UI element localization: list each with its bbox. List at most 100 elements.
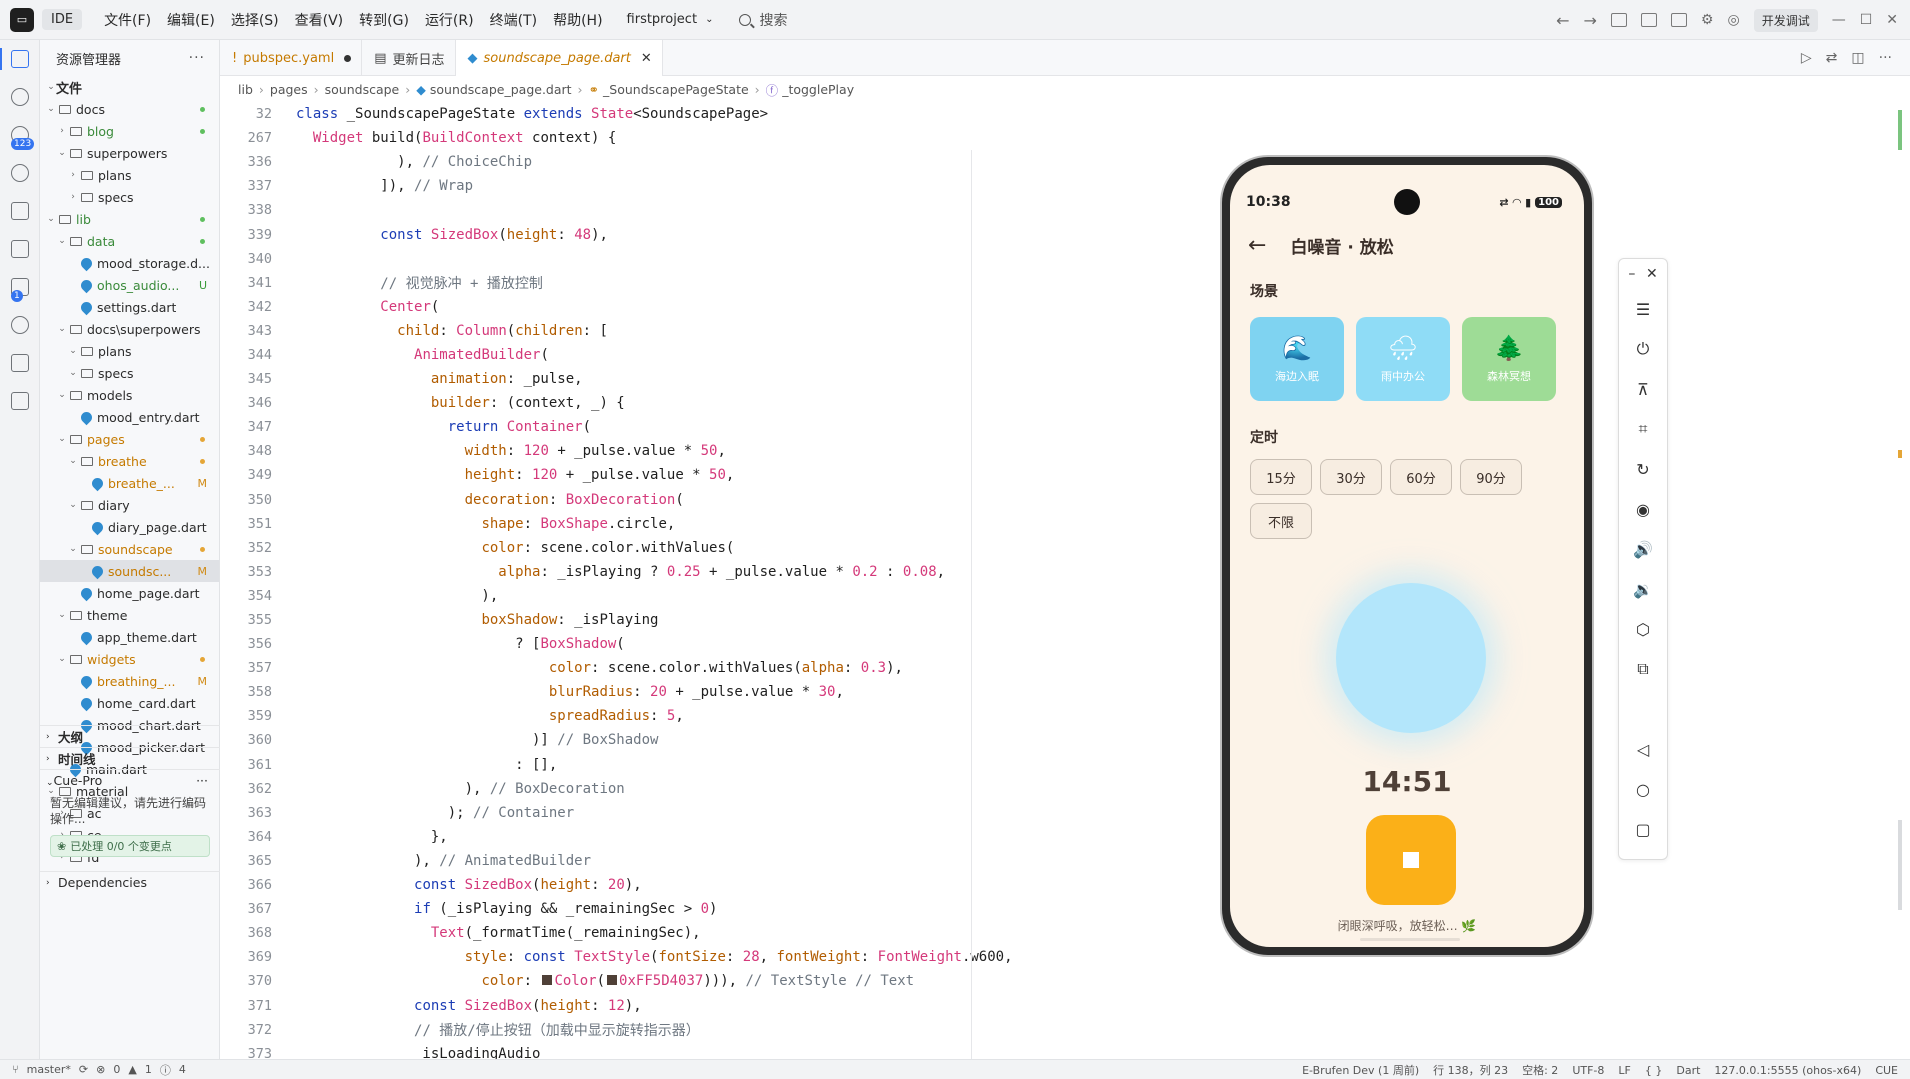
toggle-sidebar-icon[interactable] [1610, 13, 1627, 27]
debug-activity[interactable] [0, 192, 40, 230]
menu-icon[interactable]: ☰ [1619, 289, 1667, 329]
branch-name[interactable]: master* [27, 1063, 71, 1076]
breadcrumb-soundscape[interactable]: soundscape [325, 82, 400, 97]
device-label[interactable]: E-Brufen Dev (1 周前) [1302, 1062, 1419, 1078]
tree-folder[interactable]: ⌄ superpowers [40, 142, 219, 164]
tree-folder[interactable]: ⌄ docs [40, 98, 219, 120]
project-selector[interactable]: firstproject ⌄ [619, 8, 722, 31]
minimize-icon[interactable]: – [1628, 266, 1635, 282]
pin-off-icon[interactable]: ⊼ [1619, 369, 1667, 409]
code-line[interactable]: 367 if (_isPlaying && _remainingSec > 0) [220, 897, 1910, 921]
run-icon[interactable]: ▷ [1801, 50, 1812, 66]
tree-file[interactable]: mood_entry.dart [40, 406, 219, 428]
settings-gear-icon[interactable]: ⚙ [1701, 12, 1714, 28]
tab-pubspec[interactable]: ! pubspec.yaml [220, 40, 363, 76]
ide-label[interactable]: IDE [42, 9, 83, 30]
more-icon[interactable]: ··· [189, 50, 205, 66]
tree-folder[interactable]: ⌄ theme [40, 604, 219, 626]
code-line[interactable]: 336 ), // ChoiceChip [220, 150, 1910, 174]
device-address[interactable]: 127.0.0.1:5555 (ohos-x64) [1714, 1064, 1861, 1077]
screenshot-icon[interactable]: ⧉ [1619, 649, 1667, 689]
tree-folder[interactable]: ⌄ pages [40, 428, 219, 450]
cursor-position[interactable]: 行 138，列 23 [1433, 1062, 1508, 1078]
tree-folder[interactable]: › specs [40, 186, 219, 208]
shake-icon[interactable]: ⬡ [1619, 609, 1667, 649]
back-arrow-icon[interactable]: ← [1248, 233, 1266, 258]
tree-folder[interactable]: ⌄ widgets [40, 648, 219, 670]
info-count[interactable]: 4 [179, 1063, 186, 1076]
more-icon[interactable]: ··· [196, 773, 208, 788]
tree-folder[interactable]: ⌄ lib [40, 208, 219, 230]
scene-card-forest[interactable]: 🌲 森林冥想 [1462, 317, 1556, 401]
breadcrumb-file[interactable]: soundscape_page.dart [430, 82, 572, 97]
menu-file[interactable]: 文件(F) [96, 6, 159, 34]
root-section[interactable]: ⌄ 文件 [40, 76, 219, 98]
line-ending[interactable]: LF [1618, 1064, 1630, 1077]
menu-goto[interactable]: 转到(G) [351, 6, 417, 34]
tree-folder[interactable]: ⌄ soundscape [40, 538, 219, 560]
code-line[interactable]: 366 const SizedBox(height: 20), [220, 873, 1910, 897]
tree-file[interactable]: breathing_... M [40, 670, 219, 692]
split-editor-icon[interactable]: ◫ [1851, 50, 1864, 66]
tools-activity[interactable] [0, 344, 40, 382]
cue-pro-section[interactable]: ⌄Cue-Pro ··· [40, 769, 220, 791]
scene-card-seaside[interactable]: 🌊 海边入眠 [1250, 317, 1344, 401]
editor-scrollbar-thumb[interactable] [1898, 820, 1902, 910]
menu-help[interactable]: 帮助(H) [545, 6, 610, 34]
close-tab-icon[interactable]: ✕ [641, 51, 652, 66]
code-line[interactable]: 267 Widget build(BuildContext context) { [220, 126, 1910, 151]
rotate-icon[interactable]: ↻ [1619, 449, 1667, 489]
scene-card-rain[interactable]: 🌧 雨中办公 [1356, 317, 1450, 401]
tree-folder[interactable]: › blog [40, 120, 219, 142]
tree-folder[interactable]: ⌄ specs [40, 362, 219, 384]
close-window-icon[interactable]: ✕ [1886, 12, 1898, 28]
tree-file[interactable]: home_card.dart [40, 692, 219, 714]
code-line[interactable]: 32 class _SoundscapePageState extends Sta… [220, 102, 1910, 127]
recents-square-icon[interactable]: ▢ [1619, 809, 1667, 849]
breadcrumb-class[interactable]: _SoundscapePageState [603, 82, 749, 97]
volume-down-icon[interactable]: 🔉 [1619, 569, 1667, 609]
debug-status-pill[interactable]: 开发调试 [1753, 8, 1818, 32]
close-icon[interactable]: ✕ [1646, 266, 1658, 282]
unsaved-dot-icon[interactable] [344, 54, 352, 62]
breadcrumb-method[interactable]: _togglePlay [782, 82, 854, 97]
tree-folder[interactable]: ⌄ diary [40, 494, 219, 516]
test-activity[interactable] [0, 306, 40, 344]
tree-folder[interactable]: ⌄ plans [40, 340, 219, 362]
breadcrumb-pages[interactable]: pages [270, 82, 308, 97]
power-icon[interactable]: ⏻ [1619, 329, 1667, 369]
timeline-section[interactable]: › 时间线 [40, 747, 220, 769]
back-triangle-icon[interactable]: ◁ [1619, 729, 1667, 769]
tree-file[interactable]: app_theme.dart [40, 626, 219, 648]
preview-activity[interactable] [0, 154, 40, 192]
explorer-activity[interactable] [0, 40, 40, 78]
tree-folder[interactable]: ⌄ data [40, 230, 219, 252]
outline-section[interactable]: › 大纲 [40, 725, 220, 747]
dependencies-section[interactable]: › Dependencies [40, 871, 220, 893]
stop-button[interactable] [1366, 815, 1456, 905]
tab-soundscape-page[interactable]: ◆ soundscape_page.dart ✕ [455, 40, 663, 76]
code-line[interactable]: 337 ]), // Wrap [220, 174, 1910, 198]
crop-icon[interactable]: ⌗ [1619, 409, 1667, 449]
tab-changelog[interactable]: ▤ 更新日志 [362, 40, 456, 76]
menu-view[interactable]: 查看(V) [287, 6, 352, 34]
timer-chip-15[interactable]: 15分 [1250, 459, 1312, 495]
maximize-icon[interactable]: ☐ [1860, 12, 1873, 28]
more-actions-icon[interactable]: ··· [1879, 50, 1892, 66]
home-circle-icon[interactable]: ○ [1619, 769, 1667, 809]
code-line[interactable]: 371 const SizedBox(height: 12), [220, 993, 1910, 1017]
timer-chip-60[interactable]: 60分 [1390, 459, 1452, 495]
toggle-panel-icon[interactable] [1640, 13, 1657, 27]
menu-edit[interactable]: 编辑(E) [159, 6, 223, 34]
code-line[interactable]: 339 const SizedBox(height: 48), [220, 222, 1910, 246]
code-line[interactable]: 369 style: const TextStyle(fontSize: 28,… [220, 945, 1910, 969]
code-line[interactable]: 368 Text(_formatTime(_remainingSec), [220, 921, 1910, 945]
location-icon[interactable]: ◉ [1619, 489, 1667, 529]
diff-icon[interactable]: ⇄ [1826, 50, 1838, 66]
device-activity[interactable] [0, 230, 40, 268]
extensions-activity[interactable]: 1 [0, 268, 40, 306]
tree-file[interactable]: ohos_audio... U [40, 274, 219, 296]
tree-folder[interactable]: ⌄ models [40, 384, 219, 406]
home-indicator[interactable] [1360, 938, 1460, 941]
tree-folder[interactable]: › plans [40, 164, 219, 186]
